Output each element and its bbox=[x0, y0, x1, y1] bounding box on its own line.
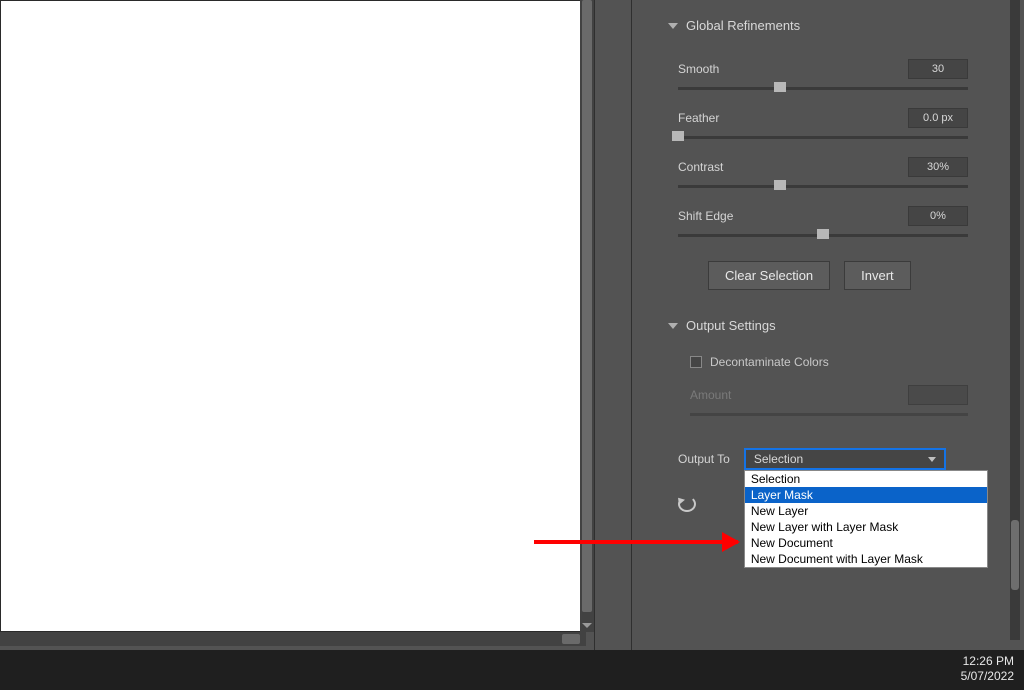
shift-edge-label: Shift Edge bbox=[678, 209, 733, 223]
horizontal-scrollbar[interactable] bbox=[0, 632, 586, 646]
contrast-value[interactable]: 30% bbox=[908, 157, 968, 177]
chevron-down-icon bbox=[668, 323, 678, 329]
contrast-slider[interactable] bbox=[678, 185, 968, 188]
time: 12:26 PM bbox=[961, 654, 1014, 669]
slider-handle[interactable] bbox=[817, 229, 829, 239]
vertical-scrollbar[interactable] bbox=[580, 0, 594, 632]
amount-label: Amount bbox=[690, 388, 731, 402]
global-refinements-header[interactable]: Global Refinements bbox=[632, 0, 1024, 41]
canvas[interactable] bbox=[0, 0, 586, 632]
dropdown-option[interactable]: New Document with Layer Mask bbox=[745, 551, 987, 567]
output-to-label: Output To bbox=[678, 452, 730, 466]
dropdown-list[interactable]: SelectionLayer MaskNew LayerNew Layer wi… bbox=[744, 470, 988, 568]
section-title: Global Refinements bbox=[686, 18, 800, 33]
smooth-slider[interactable] bbox=[678, 87, 968, 90]
slider-handle[interactable] bbox=[672, 131, 684, 141]
shift-edge-value[interactable]: 0% bbox=[908, 206, 968, 226]
dropdown-option[interactable]: New Layer with Layer Mask bbox=[745, 519, 987, 535]
output-settings-header[interactable]: Output Settings bbox=[632, 300, 1024, 341]
panel-scrollbar[interactable] bbox=[1010, 0, 1020, 640]
scrollbar-thumb[interactable] bbox=[582, 0, 592, 612]
shift-edge-slider[interactable] bbox=[678, 234, 968, 237]
decontaminate-checkbox[interactable] bbox=[690, 356, 702, 368]
feather-slider[interactable] bbox=[678, 136, 968, 139]
annotation-arrow bbox=[534, 540, 738, 544]
panel-divider bbox=[594, 0, 632, 650]
chevron-down-icon bbox=[668, 23, 678, 29]
taskbar[interactable]: 12:26 PM 5/07/2022 bbox=[0, 650, 1024, 690]
clear-selection-button[interactable]: Clear Selection bbox=[708, 261, 830, 290]
dropdown-selected: Selection bbox=[754, 452, 803, 466]
feather-label: Feather bbox=[678, 111, 719, 125]
smooth-label: Smooth bbox=[678, 62, 719, 76]
amount-value bbox=[908, 385, 968, 405]
dropdown-option[interactable]: New Document bbox=[745, 535, 987, 551]
scrollbar-thumb[interactable] bbox=[1011, 520, 1019, 590]
smooth-value[interactable]: 30 bbox=[908, 59, 968, 79]
feather-value[interactable]: 0.0 px bbox=[908, 108, 968, 128]
scroll-down-icon[interactable] bbox=[582, 623, 592, 628]
date: 5/07/2022 bbox=[961, 669, 1014, 684]
contrast-label: Contrast bbox=[678, 160, 723, 174]
scrollbar-thumb[interactable] bbox=[562, 634, 580, 644]
invert-button[interactable]: Invert bbox=[844, 261, 911, 290]
slider-handle[interactable] bbox=[774, 180, 786, 190]
reset-icon[interactable] bbox=[678, 496, 696, 512]
decontaminate-label: Decontaminate Colors bbox=[710, 355, 829, 369]
dropdown-option[interactable]: Layer Mask bbox=[745, 487, 987, 503]
chevron-down-icon bbox=[928, 457, 936, 462]
section-title: Output Settings bbox=[686, 318, 776, 333]
system-clock[interactable]: 12:26 PM 5/07/2022 bbox=[961, 654, 1014, 684]
slider-handle[interactable] bbox=[774, 82, 786, 92]
dropdown-option[interactable]: Selection bbox=[745, 471, 987, 487]
dropdown-option[interactable]: New Layer bbox=[745, 503, 987, 519]
output-to-dropdown[interactable]: Selection bbox=[744, 448, 946, 470]
